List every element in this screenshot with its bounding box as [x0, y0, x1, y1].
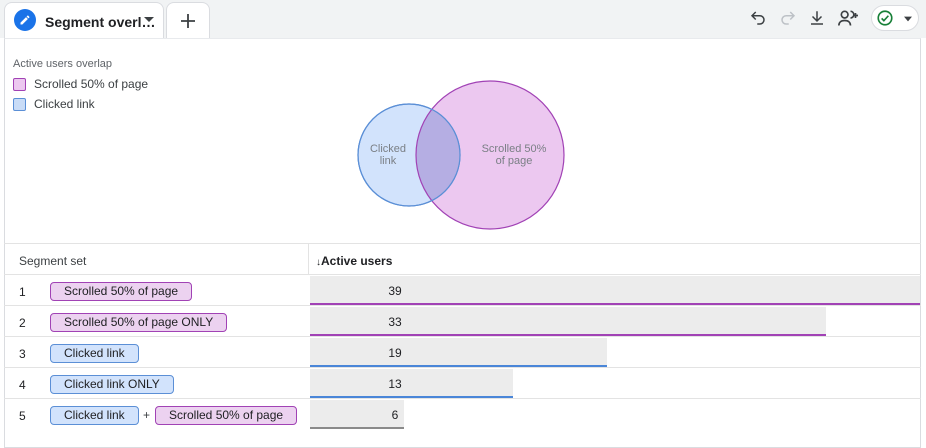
segment-chip-clicked[interactable]: Clicked link	[50, 406, 139, 425]
segment-chip-clicked[interactable]: Clicked link	[50, 344, 139, 363]
metric-value: 39	[388, 284, 402, 298]
table-divider	[4, 398, 921, 399]
table-divider	[4, 274, 921, 275]
row-number: 5	[19, 409, 26, 423]
column-header-segment: Segment set	[19, 254, 87, 268]
metric-bar: 39	[310, 276, 920, 305]
segment-chip-scrolled-only[interactable]: Scrolled 50% of page ONLY	[50, 313, 228, 332]
row-number: 4	[19, 378, 26, 392]
metric-bar: 19	[310, 338, 607, 367]
row-number: 2	[19, 316, 26, 330]
segment-chip-clicked-only[interactable]: Clicked link ONLY	[50, 375, 174, 394]
row-number: 1	[19, 285, 26, 299]
table-divider	[4, 336, 921, 337]
column-divider	[308, 243, 309, 274]
metric-bar: 6	[310, 400, 404, 429]
table-divider	[4, 367, 921, 368]
metric-value: 6	[391, 408, 399, 422]
metric-bar: 33	[310, 307, 826, 336]
row-number: 3	[19, 347, 26, 361]
table-divider	[4, 243, 921, 244]
venn-label-clicked: Clicked link	[369, 143, 407, 167]
bar-underline	[310, 427, 404, 429]
metric-value: 13	[388, 377, 402, 391]
segment-chip-scrolled[interactable]: Scrolled 50% of page	[155, 406, 298, 425]
venn-label-scrolled: Scrolled 50% of page	[481, 143, 547, 167]
metric-value: 33	[388, 315, 402, 329]
metric-value: 19	[388, 346, 402, 360]
table-divider	[4, 305, 921, 306]
plus-sign: +	[143, 408, 151, 422]
column-header-active-users[interactable]: ↓Active users	[316, 254, 392, 268]
segment-chip-scrolled[interactable]: Scrolled 50% of page	[50, 282, 193, 301]
metric-bar: 13	[310, 369, 513, 398]
